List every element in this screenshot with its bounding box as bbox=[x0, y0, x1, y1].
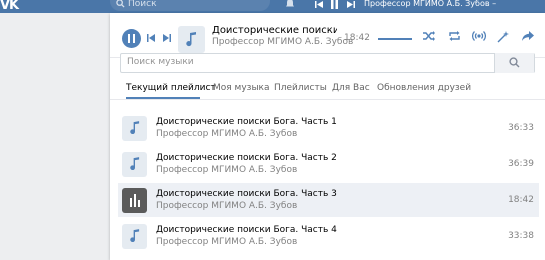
track-artist[interactable]: Профессор МГИМО А.Б. Зубов bbox=[156, 165, 297, 175]
now-playing-artist[interactable]: Профессор МГИМО А.Б. Зубов bbox=[212, 37, 353, 47]
broadcast-icon[interactable] bbox=[472, 30, 486, 45]
track-artist[interactable]: Профессор МГИМО А.Б. Зубов bbox=[156, 201, 297, 211]
music-note-icon bbox=[130, 229, 140, 243]
track-cover[interactable] bbox=[122, 116, 147, 141]
bell-icon[interactable] bbox=[285, 0, 295, 12]
track-row[interactable]: Доисторические поиски Бога. Часть 4 Проф… bbox=[118, 219, 539, 253]
track-duration: 36:39 bbox=[508, 159, 534, 169]
music-note-icon bbox=[130, 121, 140, 135]
track-row[interactable]: Доисторические поиски Бога. Часть 2 Проф… bbox=[118, 147, 539, 181]
music-search-input[interactable]: Поиск музыки bbox=[120, 53, 535, 73]
track-artist[interactable]: Профессор МГИМО А.Б. Зубов bbox=[156, 237, 297, 247]
search-icon bbox=[116, 0, 125, 11]
music-search-placeholder: Поиск музыки bbox=[127, 57, 194, 67]
track-title: Доисторические поиски Бога. Часть 2 bbox=[156, 153, 337, 163]
header-track-text[interactable]: Профессор МГИМО А.Б. Зубов – bbox=[364, 0, 496, 8]
track-duration: 33:38 bbox=[508, 231, 534, 241]
track-title: Доисторические поиски Бога. Часть 3 bbox=[156, 189, 337, 199]
active-tab-indicator bbox=[126, 97, 200, 99]
top-bar: VK Поиск Профессор МГИМО А.Б. Зубов – bbox=[0, 0, 545, 13]
track-row[interactable]: Доисторические поиски Бога. Часть 1 Проф… bbox=[118, 111, 539, 145]
player-bar: Доисторические поиски Бога. Профессор МГ… bbox=[110, 13, 545, 58]
shuffle-icon[interactable] bbox=[422, 30, 436, 45]
track-cover[interactable] bbox=[122, 152, 147, 177]
track-duration: 18:42 bbox=[508, 195, 534, 205]
track-artist[interactable]: Профессор МГИМО А.Б. Зубов bbox=[156, 129, 297, 139]
global-search-placeholder: Поиск bbox=[128, 0, 157, 9]
now-playing-time[interactable]: 18:42 bbox=[344, 33, 370, 43]
search-icon bbox=[509, 57, 520, 68]
track-duration: 36:33 bbox=[508, 123, 534, 133]
repeat-icon[interactable] bbox=[448, 30, 461, 45]
track-row-playing[interactable]: Доисторические поиски Бога. Часть 3 Проф… bbox=[118, 183, 539, 217]
music-note-icon bbox=[130, 157, 140, 171]
header-next-icon[interactable] bbox=[346, 0, 355, 12]
track-title: Доисторические поиски Бога. Часть 1 bbox=[156, 117, 337, 127]
track-cover-playing[interactable] bbox=[122, 188, 147, 213]
share-icon[interactable] bbox=[521, 30, 535, 45]
track-cover[interactable] bbox=[122, 224, 147, 249]
now-playing-title[interactable]: Доисторические поиски Бога. bbox=[212, 25, 337, 36]
tab-current-playlist[interactable]: Текущий плейлист bbox=[126, 83, 216, 93]
header-prev-icon[interactable] bbox=[315, 0, 324, 12]
tab-my-music[interactable]: Моя музыка bbox=[213, 83, 270, 93]
pause-button[interactable] bbox=[122, 29, 141, 48]
equalizer-icon bbox=[130, 194, 140, 207]
album-cover bbox=[178, 26, 205, 53]
tab-friends-updates[interactable]: Обновления друзей bbox=[377, 83, 471, 93]
music-note-icon bbox=[186, 32, 196, 47]
global-search[interactable]: Поиск bbox=[110, 0, 270, 11]
prev-icon[interactable] bbox=[146, 33, 156, 46]
volume-slider[interactable] bbox=[378, 38, 412, 40]
next-icon[interactable] bbox=[162, 33, 172, 46]
music-tabs: Текущий плейлист Моя музыка Плейлисты Дл… bbox=[110, 75, 545, 100]
recommendations-icon[interactable] bbox=[497, 30, 510, 46]
vk-logo[interactable]: VK bbox=[0, 0, 19, 13]
track-title: Доисторические поиски Бога. Часть 4 bbox=[156, 225, 337, 235]
tab-for-you[interactable]: Для Вас bbox=[332, 83, 370, 93]
music-panel: Доисторические поиски Бога. Профессор МГ… bbox=[110, 13, 545, 260]
music-search-button[interactable] bbox=[494, 53, 534, 73]
tab-playlists[interactable]: Плейлисты bbox=[274, 83, 327, 93]
header-pause-icon[interactable] bbox=[330, 0, 339, 12]
